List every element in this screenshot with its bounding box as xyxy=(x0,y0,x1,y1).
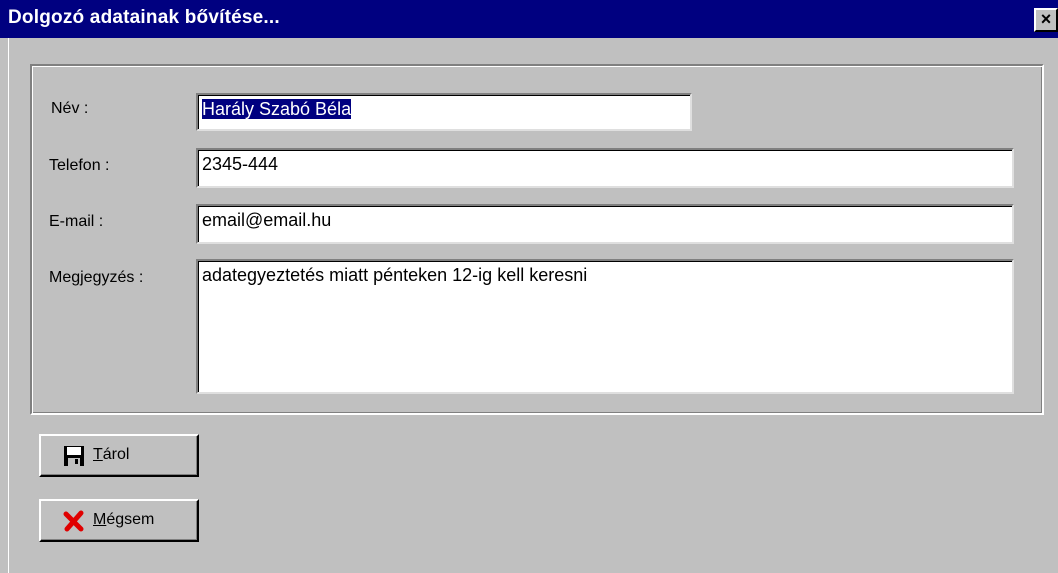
note-textarea[interactable]: adategyeztetés miatt pénteken 12-ig kell… xyxy=(196,259,1014,394)
floppy-disk-icon xyxy=(64,446,84,466)
note-label: Megjegyzés : xyxy=(49,269,144,286)
window-title: Dolgozó adatainak bővítése... xyxy=(8,7,280,28)
email-field[interactable]: email@email.hu xyxy=(196,204,1014,244)
phone-label: Telefon : xyxy=(49,157,110,174)
dialog-body: Név : Harály Szabó Béla Telefon : 2345-4… xyxy=(8,38,1058,573)
phone-field[interactable]: 2345-444 xyxy=(196,148,1014,188)
close-button[interactable]: × xyxy=(1034,8,1058,32)
cancel-button[interactable]: Mégsem xyxy=(39,499,199,542)
save-label: Tárol xyxy=(93,446,130,463)
name-label: Név : xyxy=(51,100,89,117)
cancel-label: Mégsem xyxy=(93,511,155,528)
save-button[interactable]: Tárol xyxy=(39,434,199,477)
title-bar: Dolgozó adatainak bővítése... × xyxy=(0,0,1058,38)
name-value: Harály Szabó Béla xyxy=(202,99,352,119)
phone-value: 2345-444 xyxy=(202,154,279,174)
name-field[interactable]: Harály Szabó Béla xyxy=(196,93,692,131)
email-label: E-mail : xyxy=(49,213,104,230)
email-value: email@email.hu xyxy=(202,210,332,230)
red-x-icon xyxy=(63,510,84,532)
note-value: adategyeztetés miatt pénteken 12-ig kell… xyxy=(202,265,588,285)
close-icon: × xyxy=(1040,9,1052,29)
